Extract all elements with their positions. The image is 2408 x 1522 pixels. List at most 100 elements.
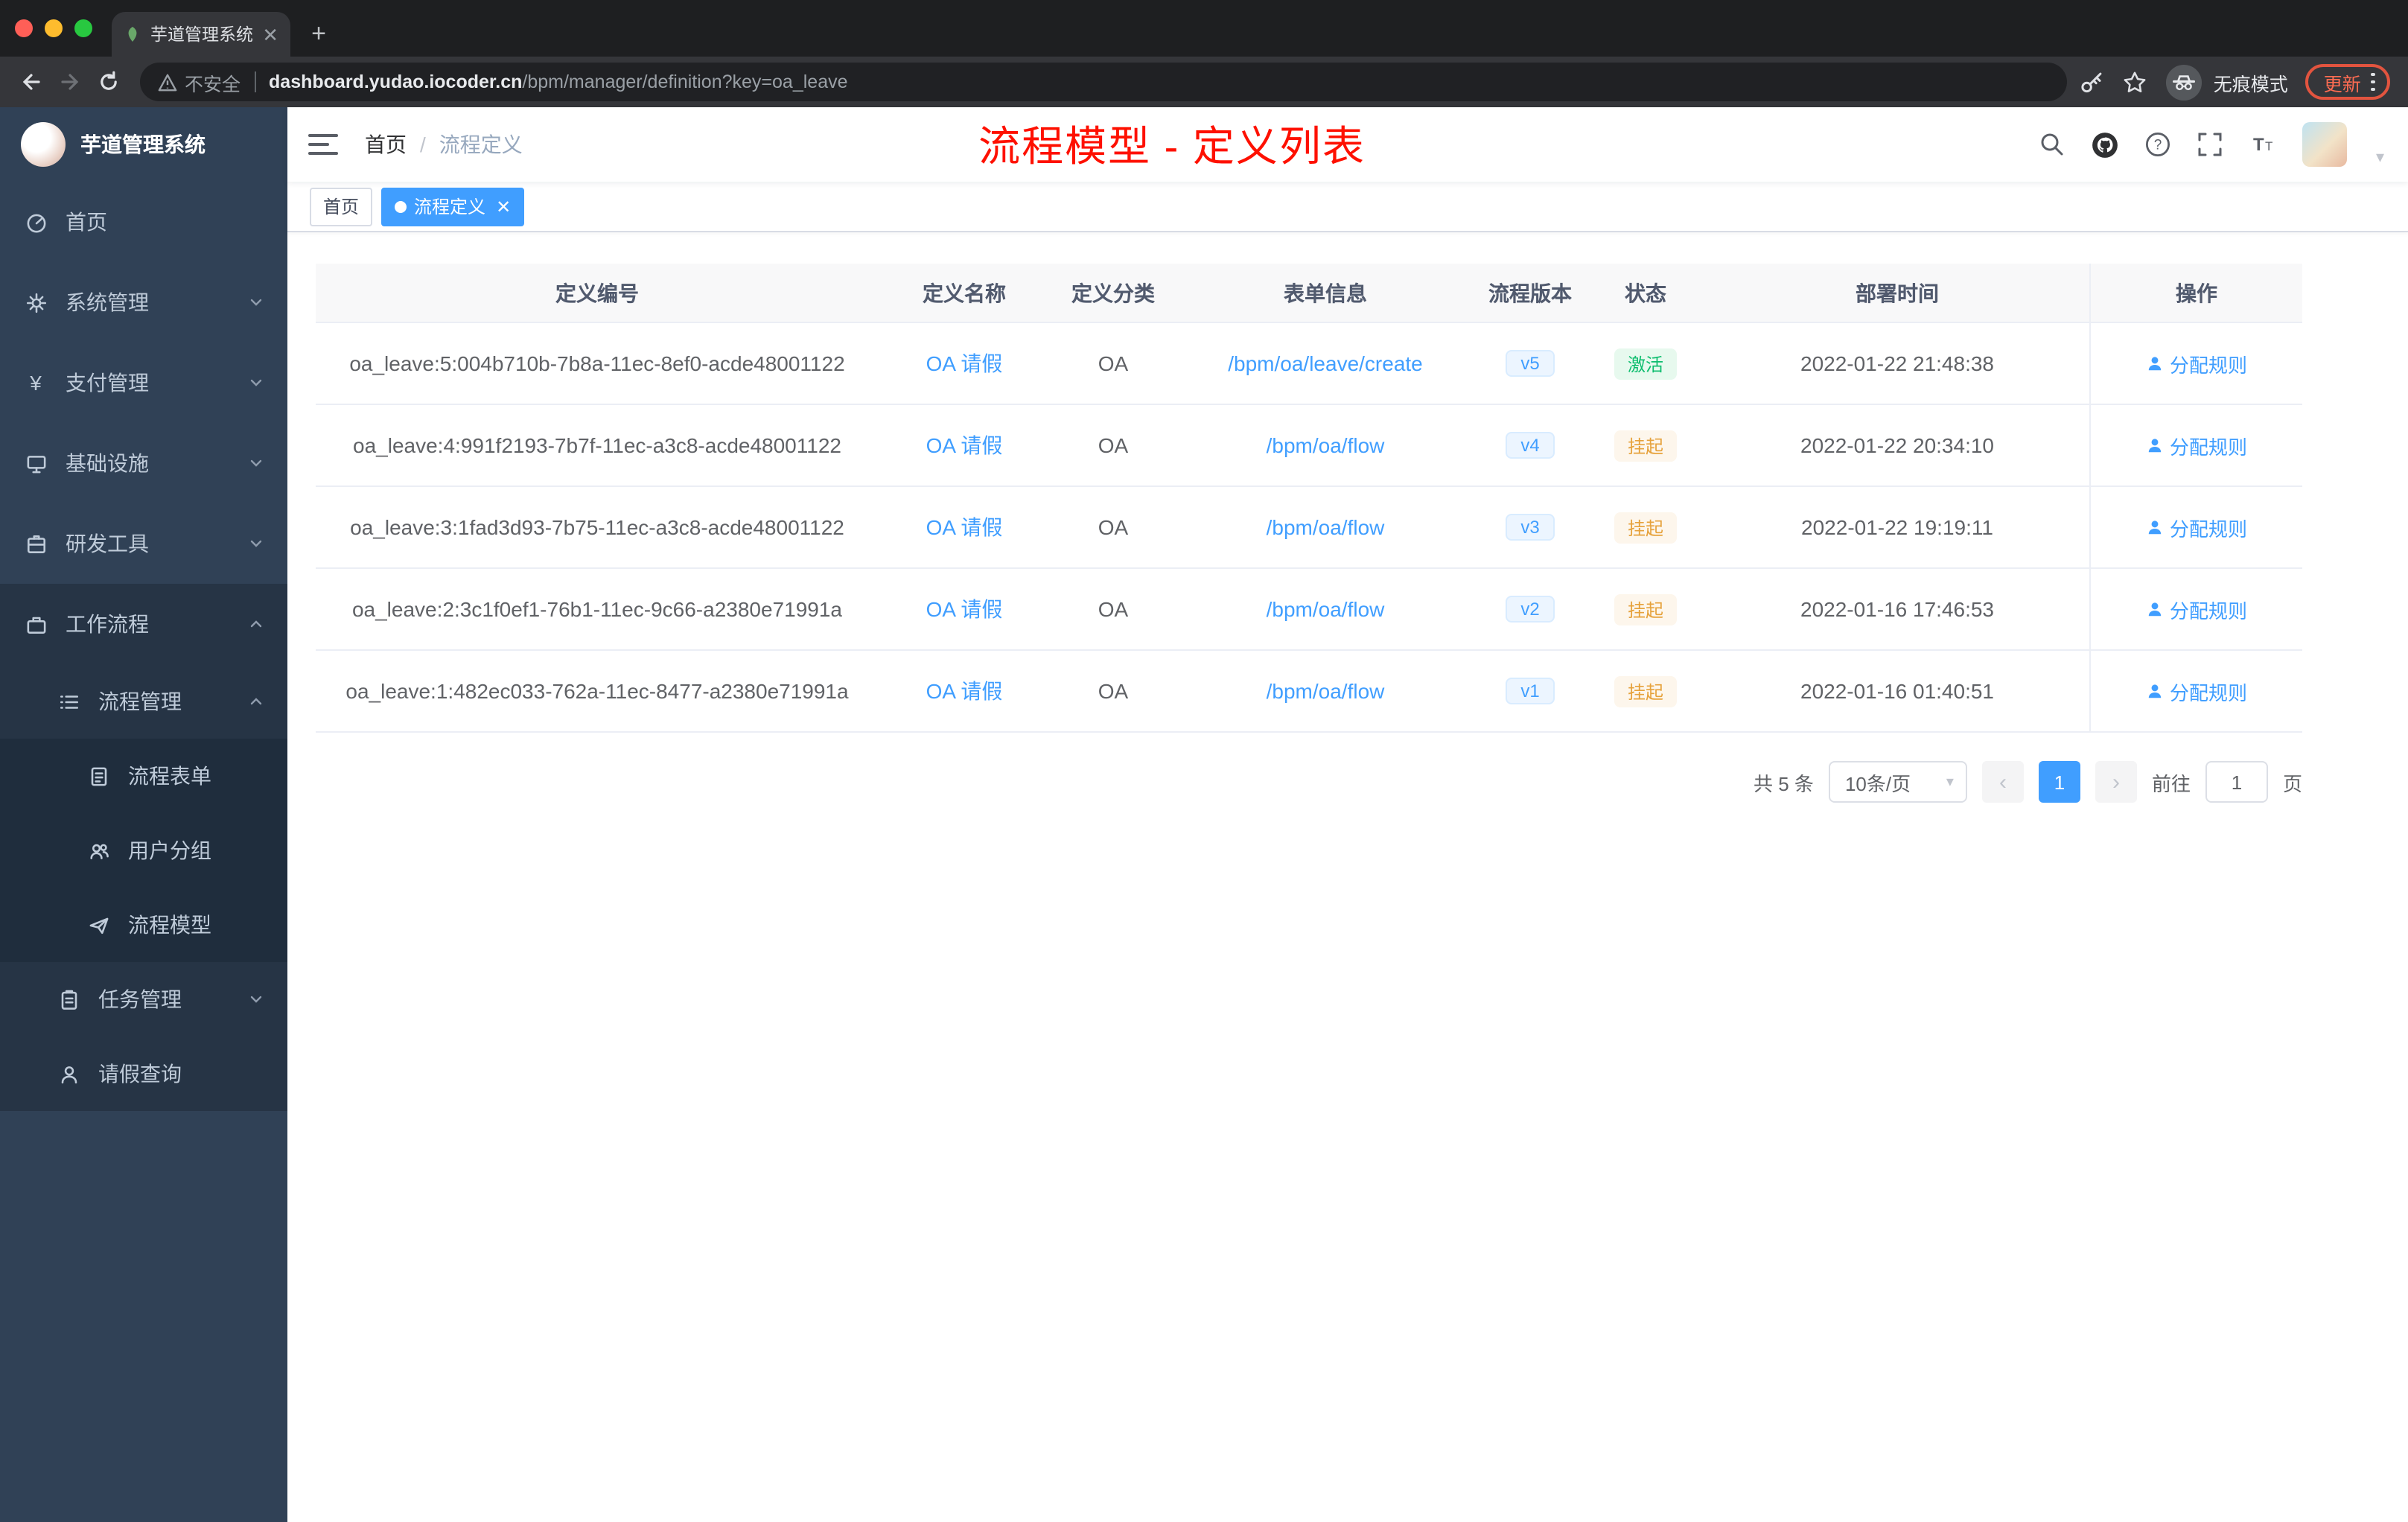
sidebar: 芋道管理系统 首页 系统管理 ¥ 支付管理 基础设施 研发工具 工作流程 流程管… bbox=[0, 107, 287, 1522]
browser-tab[interactable]: 芋道管理系统 ✕ bbox=[112, 12, 290, 57]
sidebar-item-process-mgmt[interactable]: 流程管理 bbox=[0, 664, 287, 739]
sidebar-item-payment[interactable]: ¥ 支付管理 bbox=[0, 343, 287, 423]
table-row: oa_leave:4:991f2193-7b7f-11ec-a3c8-acde4… bbox=[316, 405, 2302, 487]
update-label: 更新 bbox=[2323, 74, 2361, 95]
tag-label: 流程定义 bbox=[414, 197, 486, 217]
sidebar-item-label: 研发工具 bbox=[66, 532, 149, 555]
back-button[interactable] bbox=[12, 63, 51, 101]
chevron-down-icon bbox=[249, 987, 264, 1011]
form-info-link[interactable]: /bpm/oa/leave/create bbox=[1228, 351, 1423, 375]
sidebar-toggle-icon[interactable] bbox=[308, 134, 338, 155]
fullscreen-icon[interactable] bbox=[2197, 131, 2224, 158]
tag-label: 首页 bbox=[323, 197, 360, 217]
form-info-link[interactable]: /bpm/oa/flow bbox=[1267, 597, 1385, 621]
table-row: oa_leave:5:004b710b-7b8a-11ec-8ef0-acde4… bbox=[316, 323, 2302, 405]
sidebar-item-label: 首页 bbox=[66, 210, 107, 234]
deploy-time: 2022-01-16 01:40:51 bbox=[1800, 679, 1994, 703]
breadcrumb-home[interactable]: 首页 bbox=[365, 130, 407, 159]
url-path: /bpm/manager/definition?key=oa_leave bbox=[522, 71, 848, 92]
sidebar-item-home[interactable]: 首页 bbox=[0, 182, 287, 262]
favicon-icon bbox=[128, 27, 137, 42]
bookmark-star-icon[interactable] bbox=[2123, 69, 2148, 95]
goto-page-input[interactable] bbox=[2205, 761, 2268, 803]
definition-category: OA bbox=[1098, 433, 1129, 457]
chrome-update-button[interactable]: 更新 bbox=[2305, 64, 2390, 100]
sidebar-item-leave-query[interactable]: 请假查询 bbox=[0, 1037, 287, 1111]
sidebar-item-label: 系统管理 bbox=[66, 290, 149, 314]
column-header: 定义编号 bbox=[555, 281, 639, 305]
assign-rule-button[interactable]: 分配规则 bbox=[2146, 513, 2247, 541]
sidebar-item-label: 流程表单 bbox=[128, 764, 211, 788]
github-icon[interactable] bbox=[2092, 130, 2120, 159]
version-badge: v1 bbox=[1506, 678, 1555, 704]
chevron-down-icon: ▾ bbox=[1946, 774, 1954, 790]
sidebar-item-process-form[interactable]: 流程表单 bbox=[0, 739, 287, 813]
page-number-button[interactable]: 1 bbox=[2038, 761, 2080, 803]
assign-rule-button[interactable]: 分配规则 bbox=[2146, 431, 2247, 459]
sidebar-item-system[interactable]: 系统管理 bbox=[0, 262, 287, 343]
sidebar-logo[interactable]: 芋道管理系统 bbox=[0, 107, 287, 182]
paper-plane-icon bbox=[86, 914, 110, 936]
help-icon[interactable]: ? bbox=[2145, 131, 2172, 158]
sidebar-item-label: 请假查询 bbox=[98, 1062, 182, 1086]
form-info-link[interactable]: /bpm/oa/flow bbox=[1267, 433, 1385, 457]
definition-name-link[interactable]: OA 请假 bbox=[926, 430, 1003, 460]
person-icon bbox=[2148, 357, 2162, 371]
status-badge: 挂起 bbox=[1614, 675, 1677, 707]
list-icon bbox=[57, 690, 80, 713]
definition-category: OA bbox=[1098, 679, 1129, 703]
tag-process-definition[interactable]: 流程定义 ✕ bbox=[381, 187, 525, 226]
sidebar-item-devtools[interactable]: 研发工具 bbox=[0, 503, 287, 584]
sidebar-item-label: 任务管理 bbox=[98, 987, 182, 1011]
browser-menu-icon[interactable] bbox=[2371, 72, 2375, 92]
clipboard-icon bbox=[57, 988, 80, 1010]
page-size-select[interactable]: 10条/页 ▾ bbox=[1828, 761, 1967, 803]
tab-title: 芋道管理系统 bbox=[150, 27, 253, 45]
zoom-window-button[interactable] bbox=[74, 19, 92, 37]
assign-rule-button[interactable]: 分配规则 bbox=[2146, 677, 2247, 705]
avatar-caret-icon[interactable]: ▾ bbox=[2376, 147, 2384, 167]
next-page-button[interactable]: › bbox=[2095, 761, 2137, 803]
status-badge: 挂起 bbox=[1614, 430, 1677, 461]
user-avatar[interactable] bbox=[2302, 122, 2348, 167]
browser-toolbar: 不安全 dashboard.yudao.iocoder.cn/bpm/manag… bbox=[0, 57, 2408, 107]
sidebar-item-label: 支付管理 bbox=[66, 371, 149, 395]
address-bar[interactable]: 不安全 dashboard.yudao.iocoder.cn/bpm/manag… bbox=[140, 63, 2068, 101]
new-tab-button[interactable]: + bbox=[299, 15, 338, 54]
close-window-button[interactable] bbox=[15, 19, 33, 37]
definition-name-link[interactable]: OA 请假 bbox=[926, 594, 1003, 624]
definition-name-link[interactable]: OA 请假 bbox=[926, 348, 1003, 378]
tab-close-icon[interactable]: ✕ bbox=[262, 25, 278, 44]
minimize-window-button[interactable] bbox=[45, 19, 63, 37]
sidebar-item-workflow[interactable]: 工作流程 bbox=[0, 584, 287, 664]
sidebar-item-task-mgmt[interactable]: 任务管理 bbox=[0, 962, 287, 1037]
breadcrumb-current: 流程定义 bbox=[439, 133, 523, 156]
font-size-icon[interactable]: TT bbox=[2249, 131, 2278, 158]
url-domain: dashboard.yudao.iocoder.cn bbox=[269, 71, 523, 92]
forward-button[interactable] bbox=[51, 63, 89, 101]
definition-id: oa_leave:3:1fad3d93-7b75-11ec-a3c8-acde4… bbox=[350, 515, 844, 539]
sidebar-item-infrastructure[interactable]: 基础设施 bbox=[0, 423, 287, 503]
tag-home[interactable]: 首页 bbox=[310, 187, 373, 226]
password-key-icon[interactable] bbox=[2080, 69, 2105, 95]
definition-category: OA bbox=[1098, 597, 1129, 621]
form-info-link[interactable]: /bpm/oa/flow bbox=[1267, 515, 1385, 539]
assign-rule-label: 分配规则 bbox=[2169, 518, 2247, 540]
form-info-link[interactable]: /bpm/oa/flow bbox=[1267, 679, 1385, 703]
sidebar-item-label: 基础设施 bbox=[66, 451, 149, 475]
assign-rule-button[interactable]: 分配规则 bbox=[2146, 595, 2247, 623]
pagination: 共 5 条 10条/页 ▾ ‹ 1 › 前往 页 bbox=[316, 761, 2302, 803]
person-icon bbox=[2148, 684, 2162, 698]
status-badge: 挂起 bbox=[1614, 593, 1677, 625]
tag-close-icon[interactable]: ✕ bbox=[496, 197, 511, 215]
definition-name-link[interactable]: OA 请假 bbox=[926, 512, 1003, 542]
assign-rule-button[interactable]: 分配规则 bbox=[2146, 349, 2247, 378]
version-badge: v4 bbox=[1506, 432, 1555, 459]
prev-page-button[interactable]: ‹ bbox=[1981, 761, 2024, 803]
deploy-time: 2022-01-22 20:34:10 bbox=[1800, 433, 1994, 457]
sidebar-item-process-model[interactable]: 流程模型 bbox=[0, 888, 287, 962]
sidebar-item-user-group[interactable]: 用户分组 bbox=[0, 813, 287, 888]
definition-name-link[interactable]: OA 请假 bbox=[926, 676, 1003, 706]
search-icon[interactable] bbox=[2039, 131, 2066, 158]
reload-button[interactable] bbox=[89, 63, 128, 101]
